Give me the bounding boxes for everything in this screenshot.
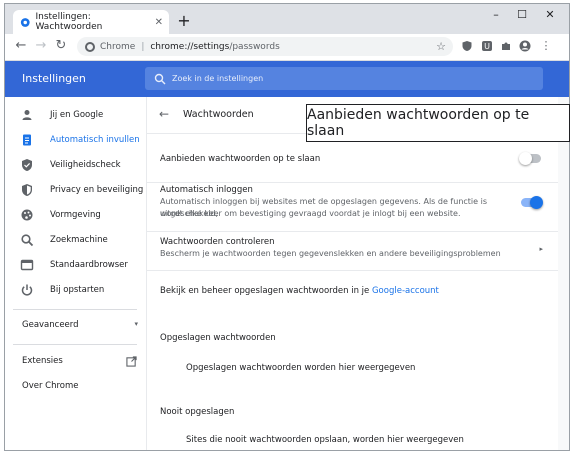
settings-title: Instellingen [22,72,86,85]
sidebar-item-on-startup[interactable]: Bij opstarten [5,278,145,302]
settings-sidebar: Jij en Google Automatisch invullen Veili… [5,97,145,450]
back-arrow-icon[interactable]: ← [159,107,169,121]
bookmark-star-icon[interactable]: ☆ [436,40,446,53]
auto-signin-toggle[interactable] [521,196,543,209]
sidebar-item-label: Jij en Google [50,110,104,120]
browser-toolbar: ← → ↻ Chrome | chrome://settings/passwor… [5,34,569,61]
address-bar[interactable]: Chrome | chrome://settings/passwords ☆ [77,37,453,56]
sidebar-item-default-browser[interactable]: Standaardbrowser [5,253,145,277]
shield-check-icon [22,159,32,171]
chevron-down-icon: ▾ [134,320,138,328]
search-icon [21,234,34,247]
palette-icon [21,209,33,221]
sidebar-about-chrome[interactable]: Over Chrome [22,381,79,391]
sidebar-item-privacy[interactable]: Privacy en beveiliging [5,178,145,202]
google-account-link[interactable]: Google-account [372,286,439,296]
sidebar-extensions-link[interactable]: Extensies [22,356,137,367]
sidebar-divider [13,344,137,345]
sidebar-item-label: Vormgeving [50,210,101,220]
tab-close-icon[interactable]: ✕ [155,17,163,28]
account-icon[interactable] [519,40,531,52]
sidebar-item-label: Veiligheidscheck [50,160,121,170]
tab-strip: Instellingen: Wachtwoorden ✕ + – ☐ ✕ [5,4,569,34]
search-placeholder: Zoek in de instellingen [172,74,264,83]
auto-signin-description-line2: wordt elke keer om bevestiging gevraagd … [160,209,461,218]
open-in-new-icon [126,356,137,367]
search-icon [154,73,166,84]
page-background [558,97,569,450]
sidebar-item-label: Zoekmachine [50,235,108,245]
saved-passwords-empty: Opgeslagen wachtwoorden worden hier weer… [186,363,416,373]
sidebar-item-safety-check[interactable]: Veiligheidscheck [5,153,145,177]
check-passwords-description: Bescherm je wachtwoorden tegen gegevensl… [160,249,501,258]
url-host: chrome://settings [150,41,230,52]
callout-label: Aanbieden wachtwoorden op te slaan [306,104,570,142]
chrome-chip-icon [85,41,95,52]
back-arrow-icon[interactable]: ← [13,38,29,53]
check-passwords-row[interactable]: Wachtwoorden controleren Bescherm je wac… [147,232,559,271]
never-saved-heading: Nooit opgeslagen [160,407,235,417]
maximize-button[interactable]: ☐ [510,8,534,21]
sidebar-item-label: Standaardbrowser [50,260,128,270]
privacy-shield-icon [22,184,32,196]
autofill-icon [23,134,31,146]
sidebar-item-label: Automatisch invullen [50,135,140,145]
u-extension-icon[interactable]: U [481,40,493,52]
saved-passwords-heading: Opgeslagen wachtwoorden [160,333,276,343]
person-icon [22,110,32,120]
sidebar-divider [13,309,137,310]
sidebar-item-label: Bij opstarten [50,285,105,295]
new-tab-button[interactable]: + [175,11,193,30]
sidebar-advanced-toggle[interactable]: Geavanceerd ▾ [22,320,142,330]
sidebar-item-appearance[interactable]: Vormgeving [5,203,145,227]
reload-icon[interactable]: ↻ [53,38,69,53]
never-saved-empty: Sites die nooit wachtwoorden opslaan, wo… [186,435,464,445]
shield-extension-icon[interactable] [461,40,473,52]
sidebar-item-label: Privacy en beveiliging [50,185,144,195]
svg-text:U: U [484,42,490,51]
tab-settings[interactable]: Instellingen: Wachtwoorden ✕ [13,10,169,34]
manage-passwords-text: Bekijk en beheer opgeslagen wachtwoorden… [160,286,439,296]
forward-arrow-icon[interactable]: → [33,38,49,53]
toggle-knob [530,196,543,209]
sidebar-advanced-label: Geavanceerd [22,320,79,330]
passwords-card: ← Wachtwoorden Aanbieden wachtwoorden op… [146,97,559,450]
tab-title: Instellingen: Wachtwoorden [35,12,103,32]
minimize-button[interactable]: – [484,8,508,21]
toggle-knob [519,152,532,165]
settings-gear-icon [20,17,30,27]
url-path: /passwords [229,41,280,52]
browser-icon [20,259,34,271]
callout-text: Aanbieden wachtwoorden op te slaan [307,107,530,139]
settings-header: Instellingen Zoek in de instellingen [5,61,569,97]
browser-window: Instellingen: Wachtwoorden ✕ + – ☐ ✕ ← →… [4,3,570,451]
offer-save-label: Aanbieden wachtwoorden op te slaan [160,154,321,164]
page-title: Wachtwoorden [183,109,254,120]
settings-search-input[interactable]: Zoek in de instellingen [145,67,543,90]
kebab-menu-icon[interactable]: ⋮ [540,40,552,52]
auto-signin-label: Automatisch inloggen [160,185,253,195]
manage-text: Bekijk en beheer opgeslagen wachtwoorden… [160,286,370,296]
power-icon [21,284,33,296]
omnibox-separator: | [141,41,145,52]
offer-save-toggle[interactable] [519,152,541,165]
close-window-button[interactable]: ✕ [538,8,562,21]
sidebar-item-you-and-google[interactable]: Jij en Google [5,103,145,127]
sidebar-extensions-label: Extensies [22,356,63,366]
chrome-chip-label: Chrome [100,41,136,52]
sidebar-item-autofill[interactable]: Automatisch invullen [5,128,145,152]
sidebar-item-search-engine[interactable]: Zoekmachine [5,228,145,252]
auto-signin-row[interactable]: Automatisch inloggen Automatisch inlogge… [147,183,559,232]
check-passwords-label: Wachtwoorden controleren [160,237,275,247]
chevron-right-icon: ▸ [539,245,543,253]
puzzle-icon[interactable] [500,40,512,52]
